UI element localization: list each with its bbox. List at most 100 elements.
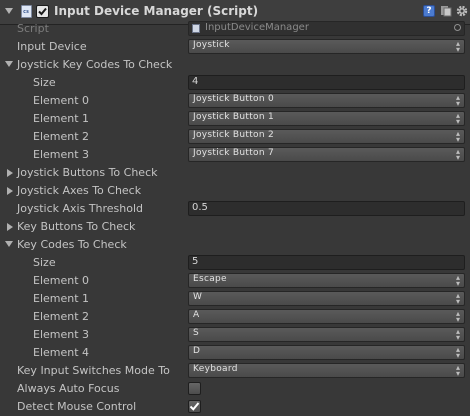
row-joystick-element-1: Element 1 Joystick Button 1 ▴ ▾: [0, 110, 470, 128]
input-device-label: Input Device: [17, 40, 87, 53]
size-value: 4: [192, 76, 199, 87]
dropdown-caret-icon: ▴ ▾: [455, 111, 460, 126]
dropdown-caret-icon: ▴ ▾: [455, 147, 460, 162]
row-joystick-element-3: Element 3 Joystick Button 7 ▴ ▾: [0, 146, 470, 164]
row-joystick-element-2: Element 2 Joystick Button 2 ▴ ▾: [0, 128, 470, 146]
element-label: Element 0: [33, 94, 90, 107]
joystick-axis-threshold-label: Joystick Axis Threshold: [17, 202, 144, 215]
key-codes-label: Key Codes To Check: [17, 238, 127, 251]
row-key-element-3: Element 3 S ▴ ▾: [0, 326, 470, 344]
element-label: Element 3: [33, 328, 90, 341]
key-buttons-label: Key Buttons To Check: [17, 220, 136, 233]
row-joystick-key-codes[interactable]: Joystick Key Codes To Check: [0, 56, 470, 74]
element-label: Element 1: [33, 292, 90, 305]
element-label: Element 4: [33, 346, 90, 359]
element-value: W: [193, 292, 203, 302]
dropdown-caret-icon: ▴ ▾: [455, 291, 460, 306]
element-value: Joystick Button 7: [193, 148, 275, 158]
foldout-collapsed-icon[interactable]: [7, 187, 13, 195]
component-enabled-checkbox[interactable]: [36, 5, 49, 18]
element-value: Joystick Button 2: [193, 130, 275, 140]
row-key-element-1: Element 1 W ▴ ▾: [0, 290, 470, 308]
element-value: A: [193, 310, 200, 320]
row-key-codes[interactable]: Key Codes To Check: [0, 236, 470, 254]
foldout-expanded-icon[interactable]: [5, 61, 13, 67]
always-auto-focus-label: Always Auto Focus: [17, 382, 120, 395]
row-key-element-2: Element 2 A ▴ ▾: [0, 308, 470, 326]
joystick-element-2-dropdown[interactable]: Joystick Button 2 ▴ ▾: [188, 129, 465, 144]
foldout-expanded-icon[interactable]: [5, 241, 13, 247]
key-element-3-dropdown[interactable]: S ▴ ▾: [188, 327, 465, 342]
joystick-key-codes-label: Joystick Key Codes To Check: [17, 58, 173, 71]
row-detect-mouse-control: Detect Mouse Control: [0, 398, 470, 416]
foldout-collapsed-icon[interactable]: [7, 223, 13, 231]
dropdown-caret-icon: ▴ ▾: [455, 327, 460, 342]
key-element-1-dropdown[interactable]: W ▴ ▾: [188, 291, 465, 306]
row-script: Script InputDeviceManager: [0, 20, 470, 38]
element-value: D: [193, 346, 201, 356]
checkmark-icon: [189, 402, 200, 411]
key-codes-size-input[interactable]: 5: [188, 255, 465, 270]
key-element-0-dropdown[interactable]: Escape ▴ ▾: [188, 273, 465, 288]
help-icon[interactable]: ?: [423, 5, 435, 17]
object-picker-icon[interactable]: [454, 24, 461, 31]
size-label: Size: [33, 76, 56, 89]
row-joystick-element-0: Element 0 Joystick Button 0 ▴ ▾: [0, 92, 470, 110]
row-key-element-4: Element 4 D ▴ ▾: [0, 344, 470, 362]
joystick-element-1-dropdown[interactable]: Joystick Button 1 ▴ ▾: [188, 111, 465, 126]
dropdown-caret-icon: ▴ ▾: [455, 93, 460, 108]
dropdown-caret-icon: ▴ ▾: [455, 39, 460, 54]
element-value: Escape: [193, 274, 227, 284]
key-input-switch-mode-label: Key Input Switches Mode To: [17, 364, 170, 377]
foldout-collapsed-icon[interactable]: [7, 169, 13, 177]
row-input-device: Input Device Joystick ▴ ▾: [0, 38, 470, 56]
key-element-4-dropdown[interactable]: D ▴ ▾: [188, 345, 465, 360]
row-key-element-0: Element 0 Escape ▴ ▾: [0, 272, 470, 290]
element-label: Element 2: [33, 130, 90, 143]
joystick-axes-label: Joystick Axes To Check: [17, 184, 142, 197]
row-key-codes-size: Size 5: [0, 254, 470, 272]
element-label: Element 1: [33, 112, 90, 125]
threshold-value: 0.5: [192, 202, 208, 213]
size-value: 5: [192, 256, 199, 267]
input-device-value: Joystick: [193, 40, 230, 50]
element-value: Joystick Button 1: [193, 112, 275, 122]
script-label: Script: [17, 22, 49, 35]
gear-icon[interactable]: [456, 5, 468, 17]
row-always-auto-focus: Always Auto Focus: [0, 380, 470, 398]
fold-arrow-icon[interactable]: [5, 8, 13, 14]
joystick-element-0-dropdown[interactable]: Joystick Button 0 ▴ ▾: [188, 93, 465, 108]
row-key-input-switch-mode: Key Input Switches Mode To Keyboard ▴ ▾: [0, 362, 470, 380]
element-label: Element 2: [33, 310, 90, 323]
row-joystick-axis-threshold: Joystick Axis Threshold 0.5: [0, 200, 470, 218]
element-label: Element 0: [33, 274, 90, 287]
script-value: InputDeviceManager: [205, 22, 309, 33]
row-joystick-key-codes-size: Size 4: [0, 74, 470, 92]
always-auto-focus-checkbox[interactable]: [188, 382, 201, 395]
component-title: Input Device Manager (Script): [54, 4, 259, 18]
switch-mode-value: Keyboard: [193, 364, 238, 374]
dropdown-caret-icon: ▴ ▾: [455, 273, 460, 288]
key-element-2-dropdown[interactable]: A ▴ ▾: [188, 309, 465, 324]
joystick-axis-threshold-input[interactable]: 0.5: [188, 201, 465, 216]
dropdown-caret-icon: ▴ ▾: [455, 345, 460, 360]
size-label: Size: [33, 256, 56, 269]
dropdown-caret-icon: ▴ ▾: [455, 309, 460, 324]
preset-icon[interactable]: [440, 5, 452, 17]
detect-mouse-control-checkbox[interactable]: [188, 400, 201, 413]
element-value: Joystick Button 0: [193, 94, 275, 104]
script-object-field[interactable]: InputDeviceManager: [188, 21, 465, 36]
joystick-buttons-label: Joystick Buttons To Check: [17, 166, 158, 179]
input-device-dropdown[interactable]: Joystick ▴ ▾: [188, 39, 465, 54]
row-key-buttons[interactable]: Key Buttons To Check: [0, 218, 470, 236]
row-joystick-buttons[interactable]: Joystick Buttons To Check: [0, 164, 470, 182]
script-file-icon: [192, 24, 200, 33]
element-value: S: [193, 328, 200, 338]
dropdown-caret-icon: ▴ ▾: [455, 363, 460, 378]
row-joystick-axes[interactable]: Joystick Axes To Check: [0, 182, 470, 200]
element-label: Element 3: [33, 148, 90, 161]
detect-mouse-control-label: Detect Mouse Control: [17, 400, 137, 413]
key-input-switch-mode-dropdown[interactable]: Keyboard ▴ ▾: [188, 363, 465, 378]
joystick-element-3-dropdown[interactable]: Joystick Button 7 ▴ ▾: [188, 147, 465, 162]
joystick-key-codes-size-input[interactable]: 4: [188, 75, 465, 90]
